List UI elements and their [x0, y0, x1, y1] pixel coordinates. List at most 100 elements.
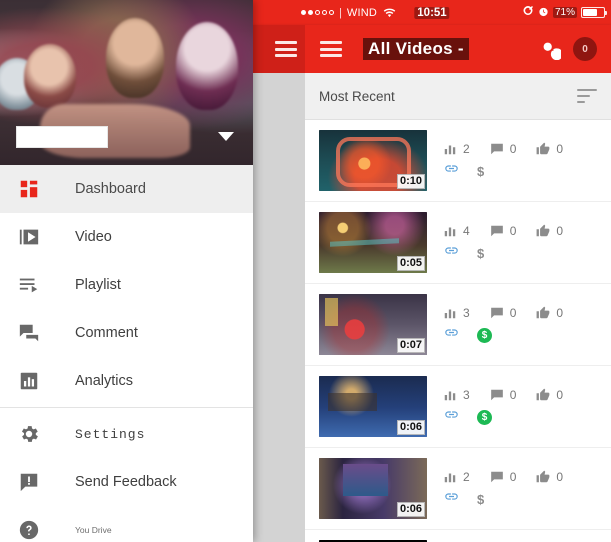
sort-bar[interactable]: Most Recent — [305, 73, 611, 120]
drawer-hamburger-icon[interactable] — [275, 41, 297, 57]
playlist-icon — [14, 274, 44, 296]
link-icon[interactable] — [444, 489, 459, 509]
video-thumbnail[interactable]: 0:06 — [319, 376, 427, 437]
sidebar-item-label: Settings — [75, 426, 146, 442]
sidebar-item-label: Playlist — [75, 277, 121, 293]
sidebar-item-label: Video — [75, 229, 112, 245]
analytics-icon — [14, 370, 44, 392]
sidebar-item-help[interactable]: You Drive — [0, 506, 253, 542]
views-stat: 2 — [443, 470, 470, 484]
video-badges: $ — [443, 325, 611, 345]
video-duration: 0:06 — [396, 502, 425, 517]
monetization-icon[interactable]: $ — [477, 409, 492, 425]
likes-stat: 0 — [536, 306, 563, 320]
location-icon — [522, 5, 534, 20]
link-icon[interactable] — [444, 407, 459, 427]
video-list-pane: Most Recent 0:10 2 0 0 $ 0:05 4 0 0 $ 0:… — [305, 73, 611, 542]
comments-stat: 0 — [490, 224, 516, 238]
monetization-icon[interactable]: $ — [477, 246, 484, 261]
video-icon — [14, 226, 44, 248]
video-meta: 3 0 0 $ — [427, 376, 611, 427]
comments-stat: 0 — [490, 306, 517, 320]
search-icon[interactable] — [539, 38, 563, 61]
sidebar-item-video[interactable]: Video — [0, 213, 253, 261]
navigation-drawer: Dashboard Video Playlist Comment Analyti… — [0, 0, 253, 542]
video-thumbnail[interactable]: 0:07 — [319, 294, 427, 355]
battery-percent: 71% — [552, 7, 577, 18]
sidebar-item-playlist[interactable]: Playlist — [0, 261, 253, 309]
drawer-scrim[interactable] — [253, 73, 305, 542]
video-meta: 2 0 0 $ — [427, 458, 611, 509]
views-count: 4 — [463, 224, 470, 238]
monetization-icon[interactable]: $ — [477, 327, 492, 343]
video-meta: 4 0 0 $ — [427, 212, 611, 263]
video-badges: $ — [443, 407, 611, 427]
sidebar-item-label: Comment — [75, 325, 138, 341]
sidebar-item-label: Analytics — [75, 373, 134, 389]
likes-stat: 0 — [536, 224, 563, 238]
app-root: | WIND 10:51 71% All Videos - 0 Most Rec… — [0, 0, 611, 542]
sort-label: Most Recent — [319, 88, 395, 104]
gear-icon — [14, 423, 44, 445]
account-name-field[interactable] — [16, 126, 108, 148]
sidebar-item-label: Send Feedback — [75, 474, 177, 490]
likes-stat: 0 — [536, 470, 563, 484]
link-icon[interactable] — [444, 161, 459, 181]
comment-icon — [14, 322, 44, 344]
views-count: 2 — [463, 142, 470, 156]
link-icon[interactable] — [444, 243, 459, 263]
video-stats: 3 0 0 — [443, 388, 611, 402]
comments-count: 0 — [509, 142, 517, 156]
sidebar-item-dashboard[interactable]: Dashboard — [0, 165, 253, 213]
video-badges: $ — [443, 161, 611, 181]
monetization-icon[interactable]: $ — [477, 492, 484, 507]
views-count: 2 — [463, 470, 470, 484]
table-row[interactable]: Overwatch — [305, 530, 611, 542]
status-bar: | WIND 10:51 71% — [253, 0, 611, 25]
video-duration: 0:06 — [396, 420, 425, 435]
drawer-header[interactable] — [0, 0, 253, 165]
table-row[interactable]: 0:10 2 0 0 $ — [305, 120, 611, 202]
signal-dots-icon — [301, 10, 334, 15]
table-row[interactable]: 0:05 4 0 0 $ — [305, 202, 611, 284]
sidebar-item-comment[interactable]: Comment — [0, 309, 253, 357]
status-right: 71% — [522, 5, 607, 20]
views-stat: 2 — [443, 142, 470, 156]
video-badges: $ — [443, 489, 611, 509]
notification-badge[interactable]: 0 — [573, 37, 597, 61]
video-thumbnail[interactable]: 0:06 — [319, 458, 427, 519]
likes-stat: 0 — [536, 142, 563, 156]
feedback-icon — [14, 471, 44, 493]
likes-count: 0 — [556, 142, 564, 156]
monetization-icon[interactable]: $ — [477, 164, 484, 179]
video-stats: 4 0 0 — [443, 224, 611, 238]
video-stats: 2 0 0 — [443, 142, 611, 156]
video-meta: 2 0 0 $ — [427, 130, 611, 181]
table-row[interactable]: 0:06 2 0 0 $ — [305, 448, 611, 530]
video-stats: 2 0 0 — [443, 470, 611, 484]
likes-count: 0 — [556, 224, 564, 238]
table-row[interactable]: 0:07 3 0 0 $ — [305, 284, 611, 366]
app-bar: All Videos - 0 — [253, 25, 611, 73]
likes-count: 0 — [556, 388, 564, 402]
wifi-icon — [383, 7, 396, 19]
video-stats: 3 0 0 — [443, 306, 611, 320]
sort-icon[interactable] — [577, 89, 597, 103]
table-row[interactable]: 0:06 3 0 0 $ — [305, 366, 611, 448]
sidebar-item-settings[interactable]: Settings — [0, 410, 253, 458]
video-thumbnail[interactable]: 0:10 — [319, 130, 427, 191]
comments-count: 0 — [509, 306, 517, 320]
sidebar-item-analytics[interactable]: Analytics — [0, 357, 253, 405]
hamburger-icon[interactable] — [320, 41, 342, 57]
chevron-down-icon[interactable] — [218, 132, 234, 141]
comments-count: 0 — [509, 470, 517, 484]
link-icon[interactable] — [444, 325, 459, 345]
video-duration: 0:05 — [396, 256, 425, 271]
likes-stat: 0 — [536, 388, 563, 402]
status-separator: | — [339, 6, 342, 19]
likes-count: 0 — [556, 306, 564, 320]
page-title: All Videos - — [363, 38, 469, 60]
video-thumbnail[interactable]: 0:05 — [319, 212, 427, 273]
video-duration: 0:07 — [396, 338, 425, 353]
sidebar-item-send-feedback[interactable]: Send Feedback — [0, 458, 253, 506]
